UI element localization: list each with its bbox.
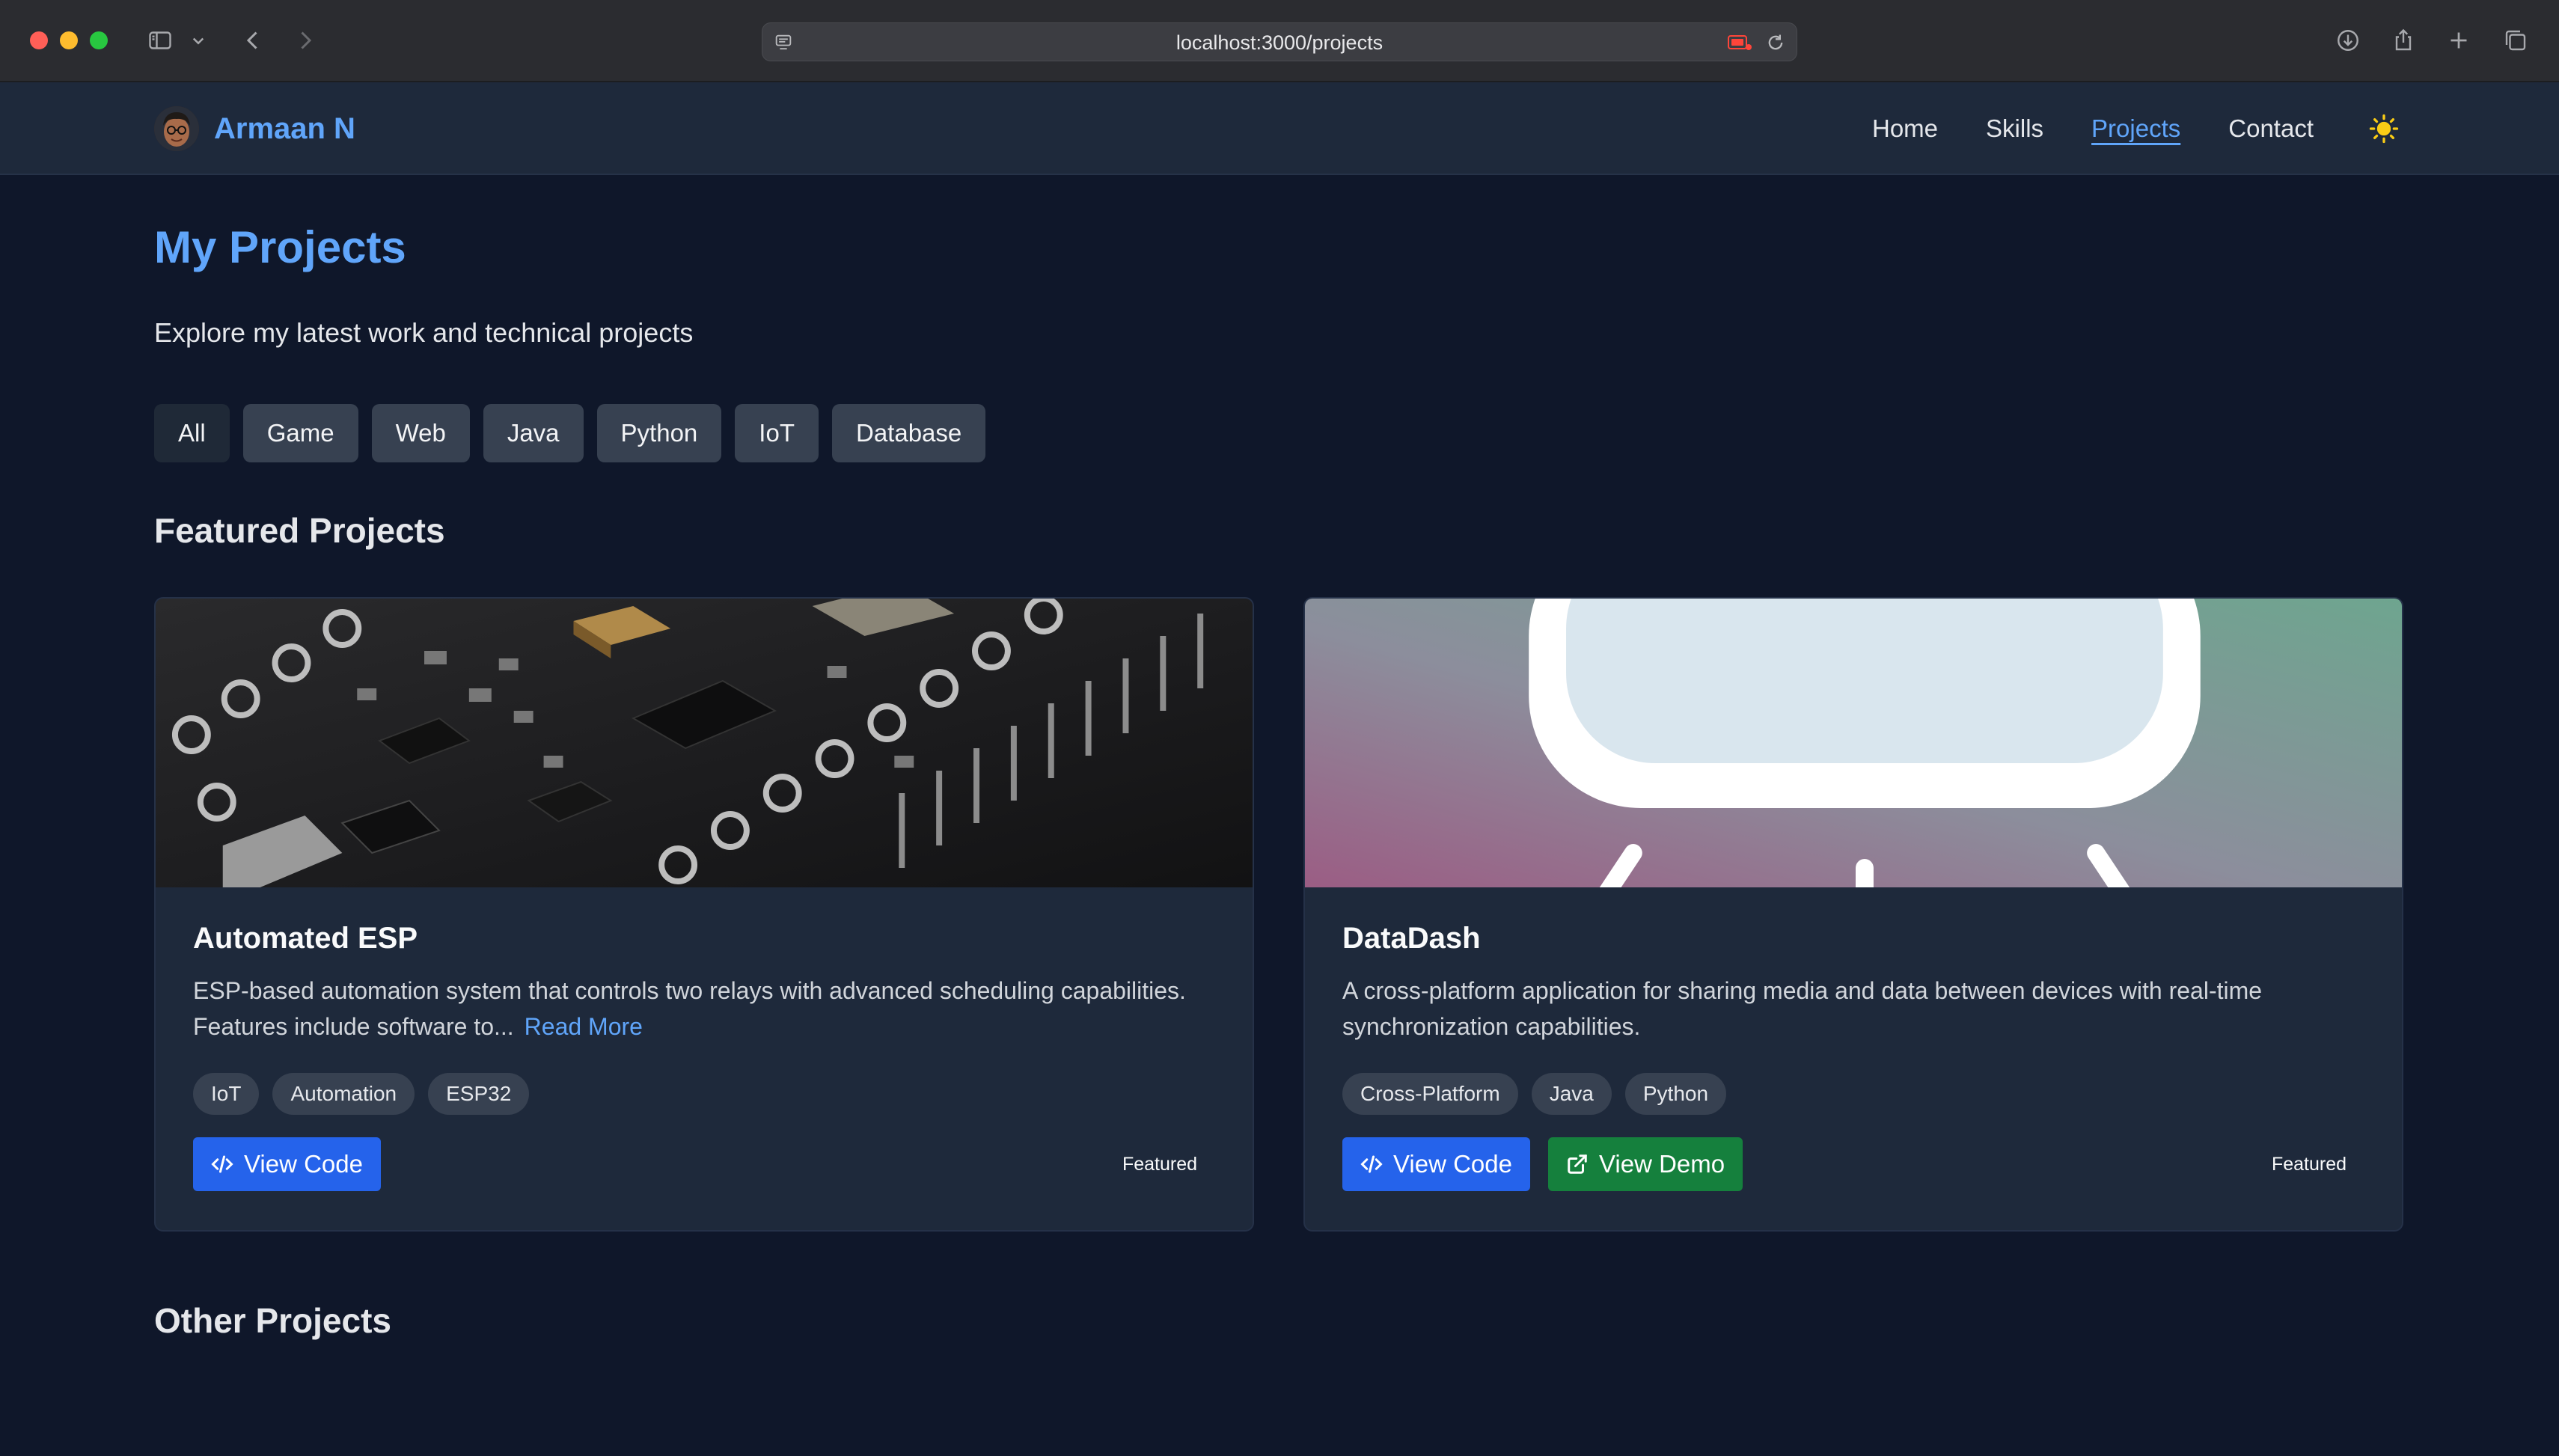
view-demo-button[interactable]: View Demo xyxy=(1548,1137,1743,1191)
tab-overview-icon[interactable] xyxy=(2501,25,2531,55)
view-code-label: View Code xyxy=(244,1150,363,1178)
code-icon xyxy=(211,1155,233,1173)
filter-web[interactable]: Web xyxy=(371,404,470,462)
chevron-down-icon[interactable] xyxy=(187,25,210,55)
screen-recording-icon[interactable] xyxy=(1728,34,1753,52)
filter-python[interactable]: Python xyxy=(596,404,722,462)
close-window-button[interactable] xyxy=(30,31,48,49)
forward-arrow-icon[interactable] xyxy=(290,25,320,55)
tag-esp32: ESP32 xyxy=(428,1073,530,1115)
project-description: ESP-based automation system that control… xyxy=(193,973,1218,1044)
nav-skills[interactable]: Skills xyxy=(1986,114,2043,143)
nav-projects[interactable]: Projects xyxy=(2091,114,2180,143)
project-actions: View Code View Demo xyxy=(1342,1137,1743,1191)
view-code-label: View Code xyxy=(1393,1150,1512,1178)
filter-game[interactable]: Game xyxy=(242,404,358,462)
view-code-button[interactable]: View Code xyxy=(1342,1137,1530,1191)
back-arrow-icon[interactable] xyxy=(238,25,268,55)
view-demo-label: View Demo xyxy=(1599,1150,1725,1178)
theme-toggle-sun-icon[interactable] xyxy=(2369,114,2399,144)
tag-python: Python xyxy=(1624,1073,1727,1115)
tag-iot: IoT xyxy=(193,1073,260,1115)
tag-java: Java xyxy=(1531,1073,1612,1115)
project-card-automated-esp: Automated ESP ESP-based automation syste… xyxy=(154,597,1254,1232)
project-image-datadash xyxy=(1305,599,2402,887)
brand-link[interactable]: Armaan N xyxy=(154,105,355,153)
filter-java[interactable]: Java xyxy=(483,404,584,462)
site-navbar: Armaan N Home Skills Projects Contact xyxy=(0,82,2559,175)
featured-badge: Featured xyxy=(2271,1154,2346,1175)
new-tab-icon[interactable] xyxy=(2444,25,2474,55)
filter-database[interactable]: Database xyxy=(831,404,986,462)
code-icon xyxy=(1360,1155,1383,1173)
view-code-button[interactable]: View Code xyxy=(193,1137,381,1191)
read-more-link[interactable]: Read More xyxy=(525,1013,643,1040)
nav-contact[interactable]: Contact xyxy=(2228,114,2314,143)
other-projects-heading: Other Projects xyxy=(154,1301,391,1340)
share-icon[interactable] xyxy=(2388,25,2418,55)
project-title: Automated ESP xyxy=(193,922,418,955)
project-image-circuit-board xyxy=(156,599,1253,887)
url-text[interactable]: localhost:3000/projects xyxy=(762,23,1797,62)
zoom-window-button[interactable] xyxy=(90,31,108,49)
address-bar[interactable]: localhost:3000/projects xyxy=(762,22,1797,61)
filter-iot[interactable]: IoT xyxy=(735,404,819,462)
reload-icon[interactable] xyxy=(1765,32,1786,53)
sidebar-toggle-icon[interactable] xyxy=(145,25,175,55)
project-card-datadash: DataDash A cross-platform application fo… xyxy=(1303,597,2403,1232)
nav-home[interactable]: Home xyxy=(1872,114,1938,143)
tag-cross-platform: Cross-Platform xyxy=(1342,1073,1518,1115)
avatar xyxy=(154,106,199,151)
project-tags: Cross-Platform Java Python xyxy=(1342,1073,1727,1115)
project-description-text: ESP-based automation system that control… xyxy=(193,977,1186,1040)
browser-toolbar: localhost:3000/projects xyxy=(0,0,2559,82)
external-link-icon xyxy=(1568,1154,1587,1174)
nav-links: Home Skills Projects Contact xyxy=(1824,82,2559,175)
featured-badge: Featured xyxy=(1122,1154,1197,1175)
featured-projects-heading: Featured Projects xyxy=(154,511,445,550)
tag-automation: Automation xyxy=(272,1073,415,1115)
page-subtitle: Explore my latest work and technical pro… xyxy=(154,317,694,348)
brand-name[interactable]: Armaan N xyxy=(214,112,355,146)
page-title: My Projects xyxy=(154,222,406,272)
project-description: A cross-platform application for sharing… xyxy=(1342,977,2263,1040)
project-tags: IoT Automation ESP32 xyxy=(193,1073,530,1115)
filter-all[interactable]: All xyxy=(154,404,230,462)
project-actions: View Code xyxy=(193,1137,381,1191)
minimize-window-button[interactable] xyxy=(60,31,78,49)
downloads-icon[interactable] xyxy=(2333,25,2363,55)
project-title: DataDash xyxy=(1342,922,1481,955)
filter-bar: All Game Web Java Python IoT Database xyxy=(154,404,986,462)
